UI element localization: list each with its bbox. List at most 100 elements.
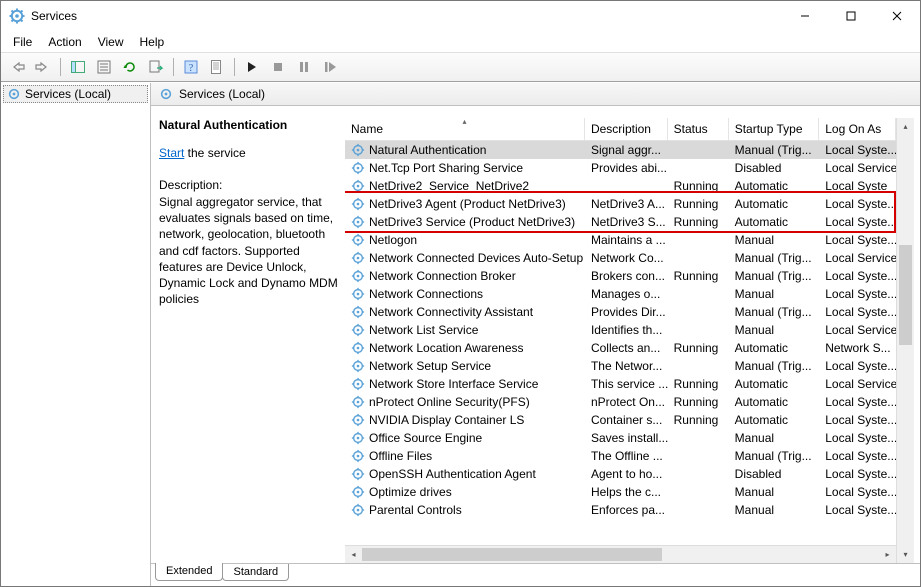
sort-asc-icon: ▴ <box>462 118 466 126</box>
stop-service-button[interactable] <box>266 55 290 79</box>
service-row[interactable]: Network Connection BrokerBrokers con...R… <box>345 267 896 285</box>
scroll-left-icon[interactable]: ◂ <box>345 546 362 563</box>
cell-description: Manages o... <box>585 287 668 301</box>
cell-name: Net.Tcp Port Sharing Service <box>345 161 585 175</box>
cell-startup: Manual <box>729 287 820 301</box>
gear-icon <box>351 467 365 481</box>
service-row[interactable]: Network ConnectionsManages o...ManualLoc… <box>345 285 896 303</box>
close-button[interactable] <box>874 1 920 31</box>
menu-help[interactable]: Help <box>132 33 173 51</box>
scroll-down-icon[interactable]: ▾ <box>897 546 914 563</box>
menu-view[interactable]: View <box>90 33 132 51</box>
cell-startup: Manual (Trig... <box>729 251 820 265</box>
minimize-button[interactable] <box>782 1 828 31</box>
service-row[interactable]: Network List ServiceIdentifies th...Manu… <box>345 321 896 339</box>
export-button[interactable] <box>144 55 168 79</box>
window-title: Services <box>31 9 782 23</box>
gear-icon <box>351 341 365 355</box>
tree-services-local[interactable]: Services (Local) <box>3 85 148 103</box>
vertical-scrollbar[interactable]: ▴ ▾ <box>896 118 914 563</box>
services-window: Services File Action View Help ? <box>0 0 921 587</box>
service-row[interactable]: Network Setup ServiceThe Networ...Manual… <box>345 357 896 375</box>
scroll-up-icon[interactable]: ▴ <box>897 118 914 135</box>
help-button[interactable]: ? <box>179 55 203 79</box>
service-row[interactable]: Network Store Interface ServiceThis serv… <box>345 375 896 393</box>
service-row[interactable]: Offline FilesThe Offline ...Manual (Trig… <box>345 447 896 465</box>
cell-name: Parental Controls <box>345 503 585 517</box>
cell-description: The Networ... <box>585 359 668 373</box>
titlebar: Services <box>1 1 920 32</box>
cell-status: Running <box>668 341 729 355</box>
service-row[interactable]: Net.Tcp Port Sharing ServiceProvides abi… <box>345 159 896 177</box>
service-row[interactable]: NetlogonMaintains a ...ManualLocal Syste… <box>345 231 896 249</box>
cell-startup: Manual <box>729 323 820 337</box>
show-hide-tree-button[interactable] <box>66 55 90 79</box>
menu-action[interactable]: Action <box>40 33 89 51</box>
cell-logon: Network S... <box>819 341 896 355</box>
service-row[interactable]: Parental ControlsEnforces pa...ManualLoc… <box>345 501 896 519</box>
col-description[interactable]: Description <box>585 118 668 140</box>
service-row[interactable]: Network Connected Devices Auto-SetupNetw… <box>345 249 896 267</box>
service-row[interactable]: NVIDIA Display Container LSContainer s..… <box>345 411 896 429</box>
properties-button[interactable] <box>92 55 116 79</box>
maximize-button[interactable] <box>828 1 874 31</box>
gear-icon <box>351 485 365 499</box>
service-row[interactable]: NetDrive3 Service (Product NetDrive3)Net… <box>345 213 896 231</box>
cell-logon: Local Syste... <box>819 359 896 373</box>
gear-icon <box>351 161 365 175</box>
cell-logon: Local Syste <box>819 179 896 193</box>
gear-icon <box>351 431 365 445</box>
nav-back-button[interactable] <box>5 55 29 79</box>
cell-description: Signal aggr... <box>585 143 668 157</box>
menu-file[interactable]: File <box>5 33 40 51</box>
col-logon[interactable]: Log On As <box>819 118 896 140</box>
gear-icon <box>351 269 365 283</box>
service-row[interactable]: OpenSSH Authentication AgentAgent to ho.… <box>345 465 896 483</box>
cell-startup: Disabled <box>729 467 820 481</box>
cell-description: Agent to ho... <box>585 467 668 481</box>
cell-logon: Local Syste... <box>819 143 896 157</box>
cell-logon: Local Syste... <box>819 287 896 301</box>
col-startup[interactable]: Startup Type <box>729 118 820 140</box>
service-row[interactable]: NetDrive2_Service_NetDrive2RunningAutoma… <box>345 177 896 195</box>
col-name[interactable]: Name▴ <box>345 118 585 140</box>
cell-name: nProtect Online Security(PFS) <box>345 395 585 409</box>
service-row[interactable]: Natural AuthenticationSignal aggr...Manu… <box>345 141 896 159</box>
properties-sheet-button[interactable] <box>205 55 229 79</box>
service-row[interactable]: Network Location AwarenessCollects an...… <box>345 339 896 357</box>
scroll-right-icon[interactable]: ▸ <box>879 546 896 563</box>
tree-root-label: Services (Local) <box>25 87 111 101</box>
gear-icon <box>351 197 365 211</box>
tab-standard[interactable]: Standard <box>222 564 289 581</box>
start-service-row: Start the service <box>159 146 339 160</box>
refresh-button[interactable] <box>118 55 142 79</box>
service-row[interactable]: nProtect Online Security(PFS)nProtect On… <box>345 393 896 411</box>
service-row[interactable]: Network Connectivity AssistantProvides D… <box>345 303 896 321</box>
toolbar-separator <box>60 58 61 76</box>
restart-service-button[interactable] <box>318 55 342 79</box>
vscroll-thumb[interactable] <box>899 245 912 345</box>
col-status[interactable]: Status <box>668 118 729 140</box>
gear-icon <box>351 503 365 517</box>
service-row[interactable]: NetDrive3 Agent (Product NetDrive3)NetDr… <box>345 195 896 213</box>
pause-service-button[interactable] <box>292 55 316 79</box>
cell-description: nProtect On... <box>585 395 668 409</box>
bottom-tabs: Extended Standard <box>151 563 920 586</box>
list-rows[interactable]: Natural AuthenticationSignal aggr...Manu… <box>345 141 896 545</box>
cell-status: Running <box>668 179 729 193</box>
service-row[interactable]: Optimize drivesHelps the c...ManualLocal… <box>345 483 896 501</box>
gear-icon <box>351 359 365 373</box>
horizontal-scrollbar[interactable]: ◂ ▸ <box>345 545 896 563</box>
gear-icon <box>351 377 365 391</box>
start-service-button[interactable] <box>240 55 264 79</box>
start-link[interactable]: Start <box>159 146 184 160</box>
cell-name: NetDrive2_Service_NetDrive2 <box>345 179 585 193</box>
service-row[interactable]: Office Source EngineSaves install...Manu… <box>345 429 896 447</box>
cell-name: Network List Service <box>345 323 585 337</box>
cell-description: Saves install... <box>585 431 668 445</box>
nav-forward-button[interactable] <box>31 55 55 79</box>
cell-status: Running <box>668 395 729 409</box>
hscroll-thumb[interactable] <box>362 548 662 561</box>
app-gear-icon <box>9 8 25 24</box>
tab-extended[interactable]: Extended <box>155 563 223 581</box>
